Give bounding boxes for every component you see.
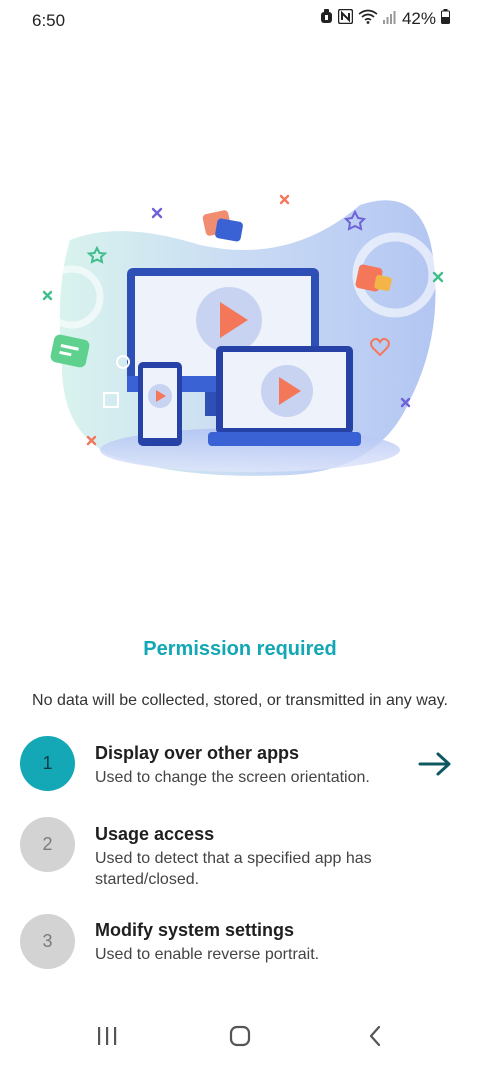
step-title: Display over other apps xyxy=(95,743,300,763)
status-icons: 42% xyxy=(320,8,450,29)
chat-bubble-icon xyxy=(202,210,243,242)
arrow-right-icon[interactable] xyxy=(418,752,452,776)
step-number-badge: 2 xyxy=(20,817,75,872)
page-subtitle: No data will be collected, stored, or tr… xyxy=(32,692,448,709)
alarm-icon xyxy=(320,9,333,29)
status-bar: 6:50 42% xyxy=(0,0,480,40)
step-title: Usage access xyxy=(95,824,215,844)
step-text: Usage access Used to detect that a speci… xyxy=(95,823,415,890)
step-text: Display over other apps Used to change t… xyxy=(95,742,415,788)
recent-apps-icon[interactable] xyxy=(92,1023,122,1049)
back-icon[interactable] xyxy=(360,1023,390,1049)
step-number-badge: 3 xyxy=(20,914,75,969)
home-icon[interactable] xyxy=(225,1023,255,1049)
status-time: 6:50 xyxy=(32,11,66,30)
devices-illustration xyxy=(0,170,480,490)
step-title: Modify system settings xyxy=(95,920,295,940)
battery-percent: 42% xyxy=(401,9,436,28)
step-description: Used to change the screen orientation. xyxy=(95,769,370,786)
phone-icon xyxy=(138,362,182,446)
wifi-icon xyxy=(358,9,378,29)
nfc-icon xyxy=(337,8,354,29)
step-description: Used to detect that a specified app has … xyxy=(95,850,372,888)
page-title: Permission required xyxy=(143,638,337,660)
step-text: Modify system settings Used to enable re… xyxy=(95,919,415,965)
step-description: Used to enable reverse portrait. xyxy=(95,946,320,963)
step-number-badge: 1 xyxy=(20,736,75,791)
system-navigation-bar xyxy=(0,1005,480,1067)
signal-icon xyxy=(382,10,397,29)
battery-icon xyxy=(441,9,450,29)
laptop-icon xyxy=(208,346,361,446)
